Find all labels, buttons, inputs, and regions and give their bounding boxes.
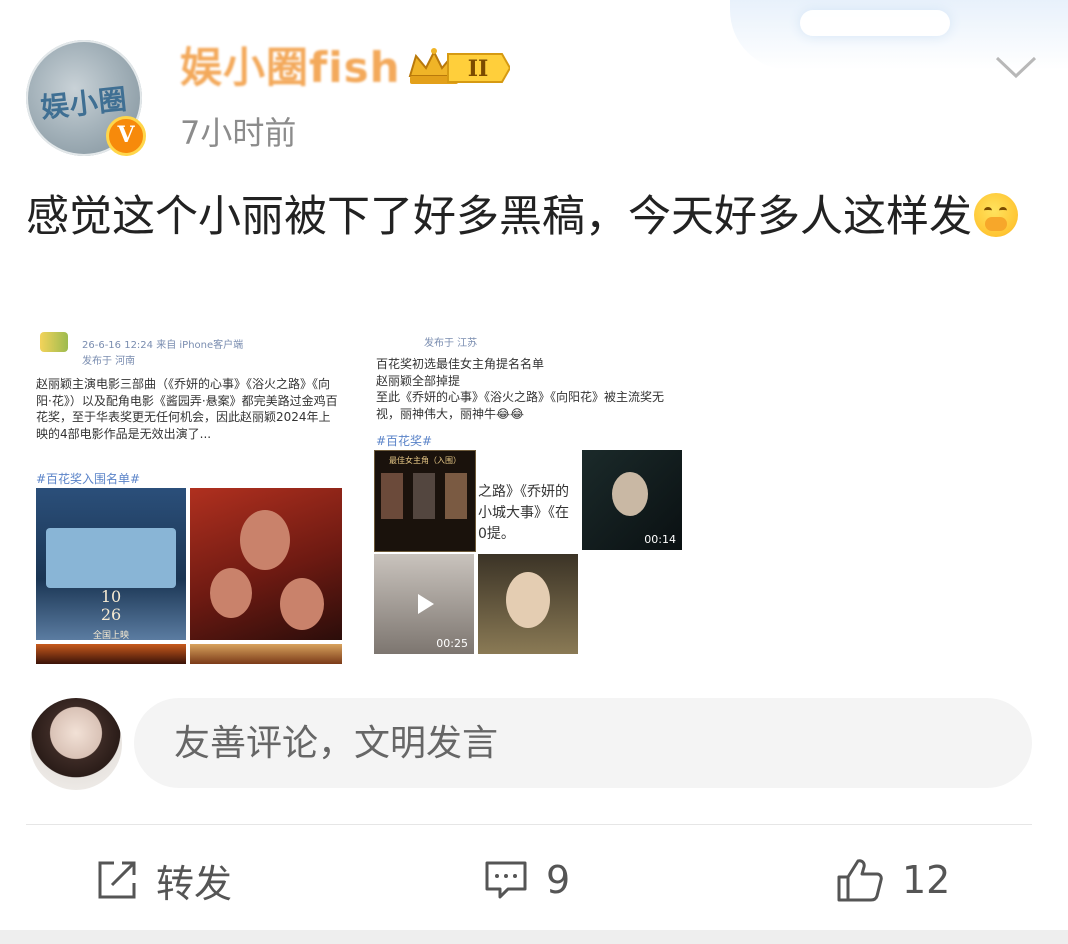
like-button[interactable]: 12 xyxy=(836,850,950,910)
repost-button[interactable]: 转发 xyxy=(96,850,232,910)
mini-post-time: 26-6-16 12:24 来自 iPhone客户端 xyxy=(82,340,244,351)
author-name[interactable]: 娱小圈fish xyxy=(180,40,401,96)
mini-post-text: 百花奖初选最佳女主角提名名单 赵丽颖全部掉提 至此《乔妍的心事》《浴火之路》《向… xyxy=(376,357,665,421)
chevron-down-icon[interactable] xyxy=(994,52,1038,82)
play-icon xyxy=(418,594,434,614)
repost-label: 转发 xyxy=(156,861,233,906)
mini-post-tag: #百花奖# xyxy=(376,434,433,448)
nominee-list-image: 最佳女主角（入围） xyxy=(374,450,476,552)
comment-input[interactable] xyxy=(134,698,1032,788)
post-image-2[interactable]: 发布于 江苏 百花奖初选最佳女主角提名名单 赵丽颖全部掉提 至此《乔妍的心事》《… xyxy=(370,326,692,664)
poster-image-fire xyxy=(190,488,342,640)
post-image-1[interactable]: 26-6-16 12:24 来自 iPhone客户端 发布于 河南 赵丽颖主演电… xyxy=(26,326,348,664)
video-duration-1: 00:14 xyxy=(644,533,676,546)
video-thumb-2[interactable]: 00:25 xyxy=(374,554,474,654)
repost-icon xyxy=(98,861,136,899)
mini-avatar xyxy=(40,332,68,352)
mini-post-text: 赵丽颖主演电影三部曲（《乔妍的心事》《浴火之路》《向阳·花》）以及配角电影《酱园… xyxy=(36,377,338,441)
mini-post-tag: #百花奖入围名单# xyxy=(36,472,141,486)
current-user-avatar[interactable] xyxy=(30,698,122,790)
divider xyxy=(26,824,1032,825)
crown-rank-icon[interactable]: II xyxy=(406,46,510,90)
poster-image-strip-2 xyxy=(190,644,342,664)
thumbs-up-icon xyxy=(837,859,883,902)
poster-date: 10 26 全国上映 xyxy=(92,587,129,641)
post-text: 感觉这个小丽被下了好多黑稿，今天好多人这样发 xyxy=(26,185,1046,249)
bottom-separator xyxy=(0,930,1068,944)
poster-image-train: 10 26 全国上映 xyxy=(36,488,186,640)
post-time: 7小时前 xyxy=(180,114,297,152)
video-thumb-1[interactable]: 00:14 xyxy=(582,450,682,550)
mini-post-location: 发布于 江苏 xyxy=(424,338,478,349)
comment-count: 9 xyxy=(546,858,571,902)
video-duration-2: 00:25 xyxy=(436,637,468,650)
like-count: 12 xyxy=(902,858,951,902)
mini-post-location: 发布于 河南 xyxy=(82,356,136,367)
verified-icon: V xyxy=(106,116,146,156)
rank-label: II xyxy=(468,56,489,82)
comment-icon xyxy=(485,861,527,899)
overlay-text: 之路》《乔妍的 小城大事》《在 0提。 xyxy=(478,484,569,542)
comment-button[interactable]: 9 xyxy=(484,850,570,910)
poster-image-strip-1 xyxy=(36,644,186,664)
portrait-image xyxy=(478,554,578,654)
post-text-content: 感觉这个小丽被下了好多黑稿，今天好多人这样发 xyxy=(26,192,972,242)
cover-mouth-crying-emoji-icon xyxy=(974,193,1018,237)
